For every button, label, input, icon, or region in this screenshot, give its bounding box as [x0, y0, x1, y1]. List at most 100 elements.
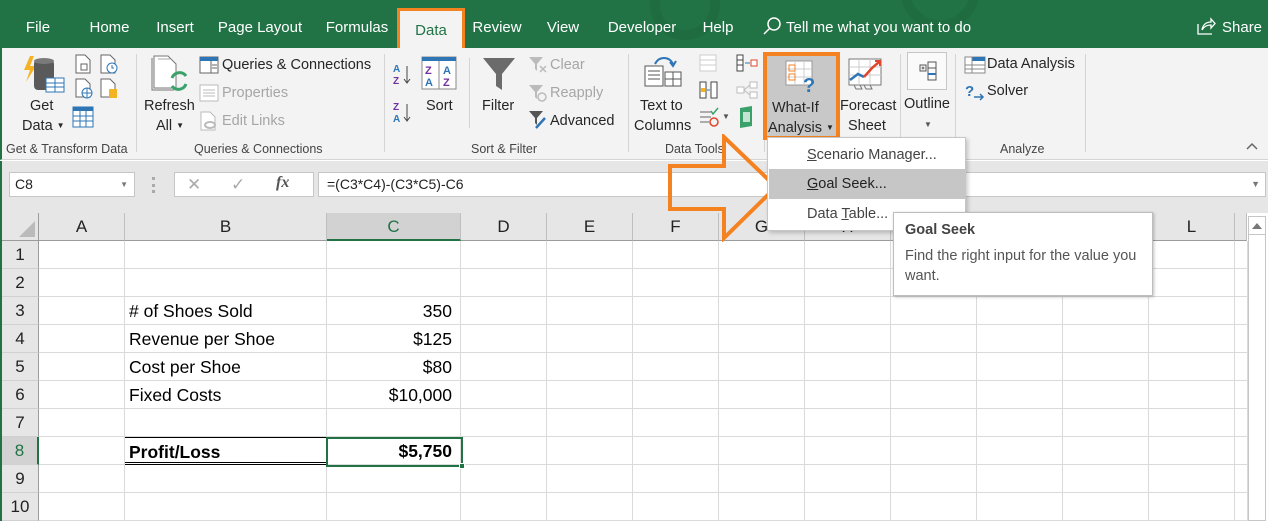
row-header-4[interactable]: 4 [2, 325, 39, 353]
cell-e5[interactable] [547, 353, 633, 381]
cell-a1[interactable] [39, 241, 125, 269]
fill-handle[interactable] [459, 463, 465, 469]
cell-d2[interactable] [461, 269, 547, 297]
cell-e1[interactable] [547, 241, 633, 269]
cell-k6[interactable] [1063, 381, 1149, 409]
cell-a7[interactable] [39, 409, 125, 437]
cell-g1[interactable] [719, 241, 805, 269]
cell-k4[interactable] [1063, 325, 1149, 353]
cell-d3[interactable] [461, 297, 547, 325]
cell-b3[interactable]: # of Shoes Sold [125, 297, 327, 325]
cell-h1[interactable] [805, 241, 891, 269]
column-header-a[interactable]: A [39, 213, 125, 241]
cell-g2[interactable] [719, 269, 805, 297]
dropdown-caret-icon[interactable]: ▼ [722, 112, 730, 121]
cell-d8[interactable] [461, 437, 547, 465]
cell-h6[interactable] [805, 381, 891, 409]
cell-d7[interactable] [461, 409, 547, 437]
cancel-icon[interactable]: ✕ [187, 175, 201, 195]
cell-j8[interactable] [977, 437, 1063, 465]
cell-i9[interactable] [891, 465, 977, 493]
cell-b7[interactable] [125, 409, 327, 437]
cell-l8[interactable] [1149, 437, 1235, 465]
cell-h9[interactable] [805, 465, 891, 493]
existing-connections-icon[interactable] [99, 78, 119, 100]
cell-j3[interactable] [977, 297, 1063, 325]
cell-e6[interactable] [547, 381, 633, 409]
cell-c3[interactable]: 350 [327, 297, 461, 325]
cell-k10[interactable] [1063, 493, 1149, 521]
cell-c6[interactable]: $10,000 [327, 381, 461, 409]
cell-g10[interactable] [719, 493, 805, 521]
row-header-8[interactable]: 8 [2, 437, 39, 465]
from-text-icon[interactable] [74, 54, 92, 74]
cell-i4[interactable] [891, 325, 977, 353]
cell-d5[interactable] [461, 353, 547, 381]
cell-g6[interactable] [719, 381, 805, 409]
cell-h5[interactable] [805, 353, 891, 381]
cell-j5[interactable] [977, 353, 1063, 381]
insert-function-icon[interactable]: fx [276, 174, 289, 192]
cell-c1[interactable] [327, 241, 461, 269]
cell-b9[interactable] [125, 465, 327, 493]
cell-l10[interactable] [1149, 493, 1235, 521]
share-button[interactable]: Share [1196, 10, 1262, 46]
cell-f3[interactable] [633, 297, 719, 325]
cell-k5[interactable] [1063, 353, 1149, 381]
cell-b5[interactable]: Cost per Shoe [125, 353, 327, 381]
tab-file[interactable]: File [16, 10, 60, 48]
cell-c10[interactable] [327, 493, 461, 521]
cell-b8[interactable]: Profit/Loss [125, 437, 327, 465]
tab-developer[interactable]: Developer [598, 10, 686, 48]
menu-item-goal-seek[interactable]: Goal Seek... [769, 169, 965, 199]
consolidate-icon[interactable] [736, 54, 758, 72]
cell-a6[interactable] [39, 381, 125, 409]
cell-e10[interactable] [547, 493, 633, 521]
relationships-icon[interactable] [736, 81, 758, 99]
cell-f8[interactable] [633, 437, 719, 465]
row-header-2[interactable]: 2 [2, 269, 39, 297]
tab-home[interactable]: Home [82, 10, 137, 48]
cell-l4[interactable] [1149, 325, 1235, 353]
cell-f1[interactable] [633, 241, 719, 269]
tab-help[interactable]: Help [694, 10, 742, 48]
cell-j7[interactable] [977, 409, 1063, 437]
from-web-icon[interactable] [74, 78, 94, 100]
cell-b2[interactable] [125, 269, 327, 297]
cell-k8[interactable] [1063, 437, 1149, 465]
sort-z-to-a-icon[interactable]: ZA [392, 100, 414, 124]
cell-l9[interactable] [1149, 465, 1235, 493]
cell-e8[interactable] [547, 437, 633, 465]
menu-item-scenario-manager[interactable]: Scenario Manager... [769, 140, 965, 170]
cell-l5[interactable] [1149, 353, 1235, 381]
tab-view[interactable]: View [538, 10, 588, 48]
cell-i3[interactable] [891, 297, 977, 325]
cell-c7[interactable] [327, 409, 461, 437]
cell-h2[interactable] [805, 269, 891, 297]
cell-h3[interactable] [805, 297, 891, 325]
cell-b4[interactable]: Revenue per Shoe [125, 325, 327, 353]
row-header-7[interactable]: 7 [2, 409, 39, 437]
cell-a9[interactable] [39, 465, 125, 493]
tab-page-layout[interactable]: Page Layout [212, 10, 308, 48]
cell-g5[interactable] [719, 353, 805, 381]
column-header-c[interactable]: C [327, 213, 461, 241]
tab-review[interactable]: Review [466, 10, 528, 48]
cell-f6[interactable] [633, 381, 719, 409]
cell-j4[interactable] [977, 325, 1063, 353]
cell-f9[interactable] [633, 465, 719, 493]
tab-formulas[interactable]: Formulas [318, 10, 396, 48]
cell-k3[interactable] [1063, 297, 1149, 325]
cell-f5[interactable] [633, 353, 719, 381]
cell-d9[interactable] [461, 465, 547, 493]
cell-a8[interactable] [39, 437, 125, 465]
column-header-l[interactable]: L [1149, 213, 1235, 241]
cell-g7[interactable] [719, 409, 805, 437]
cell-h7[interactable] [805, 409, 891, 437]
cell-b1[interactable] [125, 241, 327, 269]
cell-l2[interactable] [1149, 269, 1235, 297]
cell-k7[interactable] [1063, 409, 1149, 437]
row-header-5[interactable]: 5 [2, 353, 39, 381]
row-header-3[interactable]: 3 [2, 297, 39, 325]
cell-j10[interactable] [977, 493, 1063, 521]
